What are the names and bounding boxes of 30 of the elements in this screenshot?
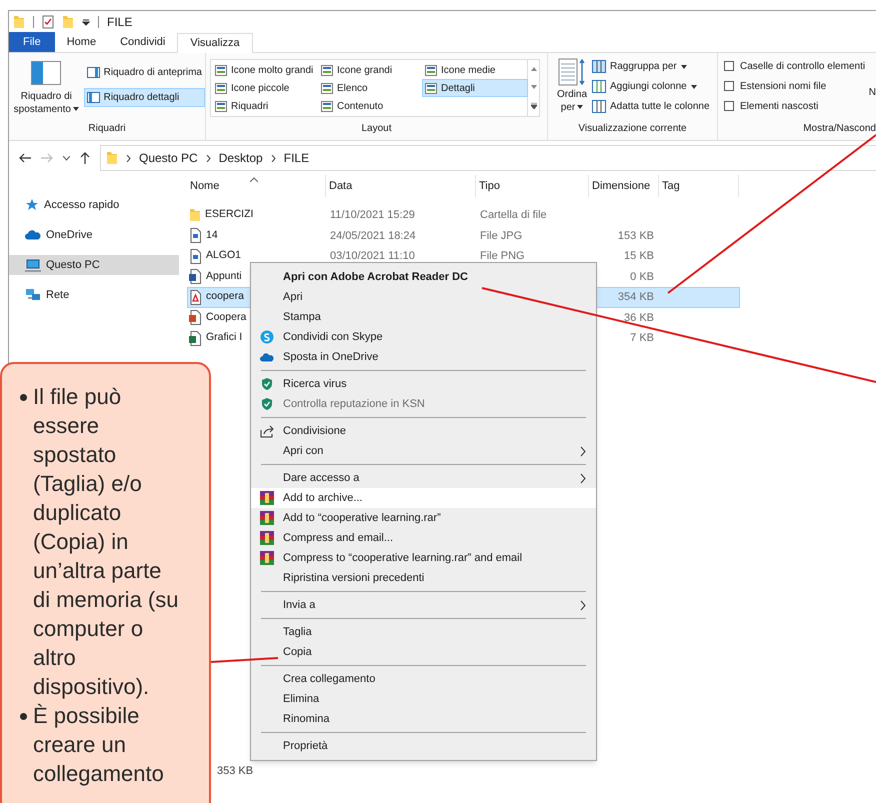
file-date: 24/05/2021 18:24 [330,230,416,242]
group-label: Mostra/Nascond [802,122,876,136]
file-name: 14 [206,228,218,243]
file-date: 11/10/2021 15:29 [330,209,415,221]
checkbox-label: Estensioni nomi file [740,80,826,94]
file-size: 15 KB [624,250,654,262]
callout-text: Il file può essere spostato (Taglia) e/o duplicato (Copia) in un’altra parte di memoria (su computer o altro dispositivo). [33,383,180,701]
file-type: Cartella di file [480,209,547,221]
file-name: ALGO1 [206,248,242,264]
file-name: ESERCIZI [205,207,254,222]
file-type: File PNG [480,250,525,262]
group-label: Visualizzazione corrente [577,122,688,136]
file-name: Appunti [206,268,242,284]
group-label: Riquadri [87,122,127,136]
file-name: coopera [206,289,244,304]
callout-text: È possibile creare un collegamento [33,702,165,788]
file-name: Coopera [206,310,246,325]
checkbox-label: Elementi nascosti [740,100,818,114]
file-name: Grafici I [206,330,242,346]
file-size: 7 KB [630,332,654,344]
checkbox-label: Caselle di controllo elementi [740,60,866,74]
file-size: 0 KB [630,270,654,282]
group-label: Layout [360,122,393,136]
file-date: 03/10/2021 11:10 [330,250,415,262]
status-text: 353 KB [217,765,254,777]
window-title: FILE [107,14,132,31]
file-type: File JPG [480,230,522,242]
file-size: 354 KB [618,291,654,303]
file-size: 36 KB [624,312,654,324]
file-size: 153 KB [618,230,654,242]
